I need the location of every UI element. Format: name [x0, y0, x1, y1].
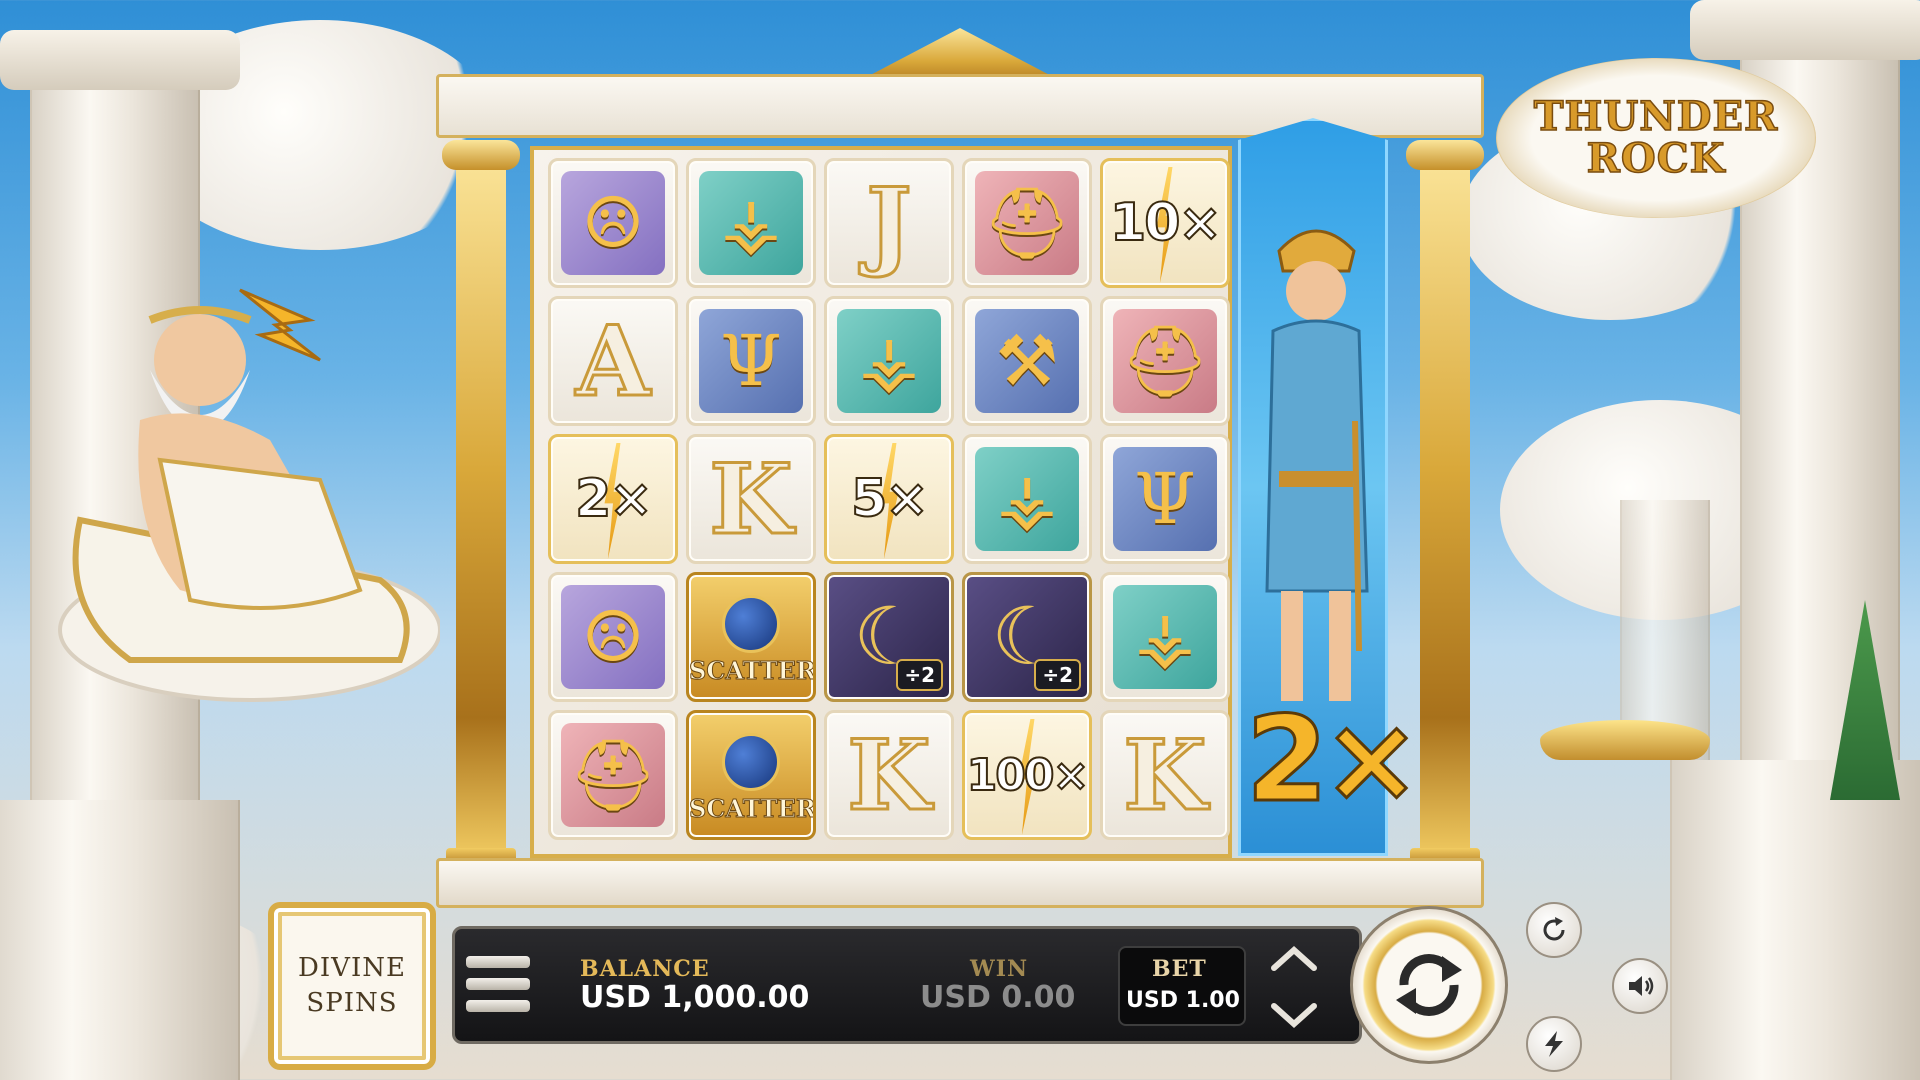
balance-label: BALANCE	[580, 956, 710, 982]
menu-icon[interactable]	[466, 956, 530, 1012]
brazier	[1540, 720, 1710, 760]
reel-cell: ⚶	[962, 434, 1092, 564]
reel-cell: ⚶	[686, 158, 816, 288]
lightning-icon	[1545, 1031, 1563, 1057]
letter-symbol: K	[1122, 717, 1208, 833]
bet-label: BET	[1152, 956, 1207, 982]
divine-spins-label-line1: DIVINE	[298, 952, 406, 983]
win-label: WIN	[970, 956, 1029, 982]
winged-sandals-icon: ⚶	[1113, 585, 1217, 689]
column-capital	[1690, 0, 1920, 60]
reel-cell: J	[824, 158, 954, 288]
reel-cell: Ψ	[686, 296, 816, 426]
multiplier-symbol: 10×	[1109, 192, 1223, 254]
winged-sandals-icon: ⚶	[837, 309, 941, 413]
reel-cell: SCATTER	[686, 710, 816, 840]
winged-sandals-icon: ⚶	[975, 447, 1079, 551]
reel-cell: K	[824, 710, 954, 840]
reel-cell: 5×	[824, 434, 954, 564]
feature-multiplier: 2×	[1245, 689, 1423, 830]
multiplier-symbol: 100×	[966, 749, 1089, 802]
logo-title-line2: ROCK	[1586, 135, 1726, 182]
reel-cell: 100×	[962, 710, 1092, 840]
scatter-orb-icon	[722, 595, 780, 653]
autoplay-button[interactable]	[1526, 902, 1582, 958]
divider-badge: ÷2	[1034, 659, 1081, 691]
reel-cell: ⚒	[962, 296, 1092, 426]
reel-cell: ☾ ÷2	[824, 572, 954, 702]
column-base-right	[1670, 760, 1920, 1080]
reel-cell: ⚶	[824, 296, 954, 426]
reel-cell: Ψ	[1100, 434, 1230, 564]
reel-cell: K	[686, 434, 816, 564]
trident-icon: Ψ	[699, 309, 803, 413]
reel-cell: SCATTER	[686, 572, 816, 702]
spin-button[interactable]	[1350, 906, 1508, 1064]
game-logo: THUNDER ROCK	[1496, 58, 1816, 218]
trident-icon: Ψ	[1113, 447, 1217, 551]
turbo-button[interactable]	[1526, 1016, 1582, 1072]
multiplier-symbol: 2×	[574, 468, 654, 530]
column-base-left	[0, 800, 240, 1080]
reel-cell: K	[1100, 710, 1230, 840]
divine-spins-button[interactable]: DIVINE SPINS	[268, 902, 436, 1070]
reel-cell: ⛑	[962, 158, 1092, 288]
reel-grid: ☹ ⚶ J ⛑ 10× A Ψ ⚶ ⚒ ⛑ 2× K 5× ⚶ Ψ ☹ SCATTER ☾ ÷2 ☾ ÷2 ⚶ ⛑ SCATT…	[548, 158, 1230, 840]
reel-cell: ⛑	[548, 710, 678, 840]
letter-symbol: K	[708, 441, 794, 557]
hermes-character	[1265, 229, 1369, 701]
gold-pillar-left	[442, 140, 520, 868]
bet-value: USD 1.00	[1126, 988, 1240, 1013]
reel-cell: ⚶	[1100, 572, 1230, 702]
chevron-down-icon[interactable]	[1268, 1000, 1320, 1030]
spartan-helmet-icon: ⛑	[561, 723, 665, 827]
letter-symbol: K	[846, 717, 932, 833]
balance-value: USD 1,000.00	[580, 980, 810, 1015]
divine-spins-label-line2: SPINS	[306, 988, 398, 1018]
spin-icon	[1396, 954, 1462, 1016]
lightning-bolt-icon	[239, 288, 321, 362]
zeus-character	[58, 288, 440, 702]
gold-pillar-right	[1406, 140, 1484, 868]
spartan-helmet-icon: ⛑	[975, 171, 1079, 275]
speaker-icon	[1629, 976, 1654, 996]
divider-badge: ÷2	[896, 659, 943, 691]
reel-cell: ☹	[548, 158, 678, 288]
win-value: USD 0.00	[920, 980, 1076, 1015]
scatter-label: SCATTER	[689, 794, 816, 824]
reel-cell: ☾ ÷2	[962, 572, 1092, 702]
scatter-label: SCATTER	[689, 656, 816, 686]
letter-symbol: J	[865, 165, 913, 281]
chevron-up-icon[interactable]	[1268, 944, 1320, 974]
sound-button[interactable]	[1612, 958, 1668, 1014]
multiplier-symbol: 5×	[850, 468, 930, 530]
temple-base	[436, 858, 1484, 908]
reel-cell: A	[548, 296, 678, 426]
letter-symbol: A	[574, 303, 652, 419]
scatter-orb-icon	[722, 733, 780, 791]
gorgon-shield-icon: ☹	[561, 171, 665, 275]
hammer-icon: ⚒	[975, 309, 1079, 413]
autoplay-icon	[1543, 917, 1565, 941]
reel-cell: ⛑	[1100, 296, 1230, 426]
winged-sandals-icon: ⚶	[699, 171, 803, 275]
spartan-helmet-icon: ⛑	[1113, 309, 1217, 413]
reel-cell: 2×	[548, 434, 678, 564]
gorgon-shield-icon: ☹	[561, 585, 665, 689]
reel-cell: 10×	[1100, 158, 1230, 288]
reel-cell: ☹	[548, 572, 678, 702]
logo-title-line1: THUNDER	[1533, 93, 1779, 140]
column-capital	[0, 30, 240, 90]
